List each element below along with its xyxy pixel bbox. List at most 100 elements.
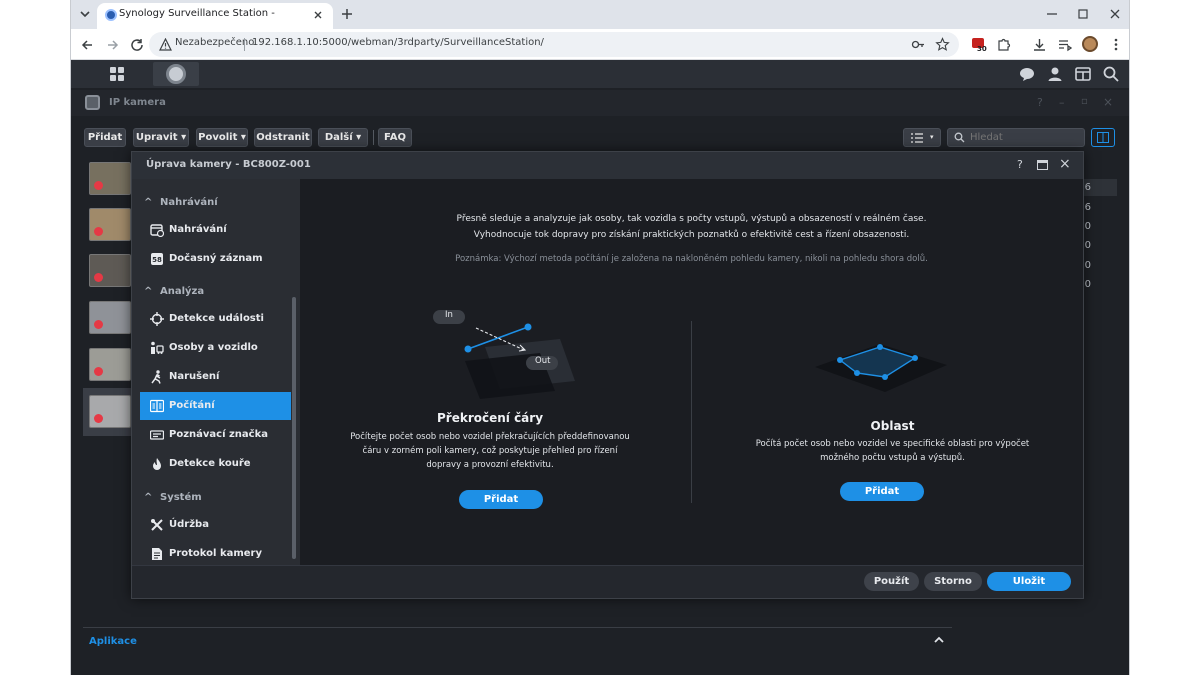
- minimize-window-icon[interactable]: [1045, 7, 1059, 21]
- intro-text-line2: Vyhodnocuje tok dopravy pro získání prak…: [473, 230, 910, 240]
- add-camera-button[interactable]: Přidat: [84, 128, 126, 147]
- window-title: IP kamera: [109, 97, 166, 108]
- tab-list-chevron-icon[interactable]: [77, 6, 93, 22]
- flame-icon: [153, 458, 161, 470]
- chat-icon[interactable]: [1019, 66, 1035, 82]
- bookmark-star-icon[interactable]: [935, 37, 950, 52]
- line-crossing-illustration: In Out: [430, 309, 580, 399]
- add-line-crossing-button[interactable]: Přidat: [459, 490, 543, 509]
- extension-calendar-icon[interactable]: 30: [971, 36, 987, 54]
- minimize-icon[interactable]: –: [1059, 96, 1065, 109]
- sidebar-item-license-plate[interactable]: Poznávací značka: [140, 421, 291, 449]
- more-button[interactable]: Další ▾: [318, 128, 368, 147]
- area-desc1: Počítá počet osob nebo vozidel ve specif…: [755, 439, 1030, 449]
- sidebar-item-camera-log[interactable]: Protokol kamery: [140, 540, 291, 568]
- remove-button[interactable]: Odstranit: [254, 128, 312, 147]
- dialog-title: Úprava kamery - BC800Z-001: [146, 159, 311, 170]
- area-title: Oblast: [870, 419, 915, 433]
- sidebar-item-people-vehicle[interactable]: Osoby a vozidlo: [140, 334, 291, 362]
- layout-toggle-icon[interactable]: [1091, 128, 1115, 147]
- security-label[interactable]: Nezabezpečeno: [175, 37, 254, 48]
- dialog-close-icon[interactable]: ×: [1059, 156, 1071, 172]
- collapse-chevron-icon[interactable]: [933, 634, 945, 646]
- ip-camera-icon: [85, 95, 100, 110]
- camera-thumbnail[interactable]: [89, 254, 131, 287]
- user-icon[interactable]: [1047, 66, 1063, 82]
- sidebar-scrollbar[interactable]: [292, 297, 296, 559]
- view-mode-button[interactable]: ▾: [903, 128, 941, 147]
- dialog-header: Úprava kamery - BC800Z-001 ? ×: [132, 152, 1083, 179]
- main-menu-icon[interactable]: [109, 66, 125, 82]
- camera-thumbnail[interactable]: [89, 208, 131, 241]
- section-system[interactable]: ^ Systém: [144, 492, 202, 503]
- intro-text-line1: Přesně sleduje a analyzuje jak osoby, ta…: [456, 214, 927, 224]
- note-text: Poznámka: Výchozí metoda počítání je zal…: [455, 254, 928, 264]
- sidebar-item-event-detection[interactable]: Detekce události: [140, 305, 291, 333]
- cancel-button[interactable]: Storno: [924, 572, 982, 591]
- new-tab-icon[interactable]: [339, 6, 355, 22]
- walking-person-icon: [151, 370, 161, 384]
- sidebar-item-maintenance[interactable]: Údržba: [140, 511, 291, 539]
- search-icon[interactable]: [1103, 66, 1119, 82]
- camera-thumbnail[interactable]: [89, 162, 131, 195]
- back-icon[interactable]: [79, 37, 95, 53]
- dialog-maximize-icon[interactable]: [1037, 160, 1048, 170]
- section-recording[interactable]: ^ Nahrávání: [144, 197, 218, 208]
- extensions-puzzle-icon[interactable]: [997, 37, 1012, 52]
- edit-button[interactable]: Upravit ▾: [133, 128, 189, 147]
- password-key-icon[interactable]: [911, 37, 926, 52]
- recording-indicator-icon: [94, 414, 103, 423]
- applications-label[interactable]: Aplikace: [89, 636, 137, 647]
- dialog-help-icon[interactable]: ?: [1017, 158, 1023, 171]
- add-area-button[interactable]: Přidat: [840, 482, 924, 501]
- download-icon[interactable]: [1032, 37, 1047, 52]
- save-button[interactable]: Uložit: [987, 572, 1071, 591]
- sidebar-item-intrusion[interactable]: Narušení: [140, 363, 291, 391]
- profile-avatar[interactable]: [1082, 36, 1098, 52]
- camera-thumbnail[interactable]: [89, 301, 131, 334]
- close-icon[interactable]: ×: [1103, 95, 1113, 109]
- toolbar-divider: [373, 130, 374, 145]
- apply-button[interactable]: Použít: [864, 572, 919, 591]
- close-window-icon[interactable]: [1108, 7, 1122, 21]
- recording-indicator-icon: [94, 320, 103, 329]
- browser-tab[interactable]: Synology Surveillance Station -: [97, 3, 333, 29]
- camera-thumbnail[interactable]: [89, 348, 131, 381]
- tab-close-icon[interactable]: [311, 8, 325, 22]
- bottom-divider: [83, 627, 952, 628]
- person-vehicle-icon: [151, 341, 164, 354]
- tab-title: Synology Surveillance Station -: [119, 8, 275, 19]
- recording-indicator-icon: [94, 227, 103, 236]
- area-illustration: [805, 322, 955, 407]
- browser-menu-icon[interactable]: [1109, 37, 1123, 52]
- warning-icon[interactable]: [159, 38, 172, 51]
- enable-button[interactable]: Povolit ▾: [196, 128, 248, 147]
- forward-icon[interactable]: [105, 37, 121, 53]
- tab-strip: Synology Surveillance Station -: [71, 0, 1129, 29]
- help-icon[interactable]: ?: [1037, 96, 1043, 109]
- tools-icon: [151, 519, 163, 531]
- sidebar-item-smoke-detection[interactable]: Detekce kouře: [140, 450, 291, 478]
- sidebar-item-counting[interactable]: Počítání: [140, 392, 291, 420]
- browser-window: Synology Surveillance Station - Nezabezp…: [70, 0, 1130, 675]
- faq-button[interactable]: FAQ: [378, 128, 412, 147]
- widgets-icon[interactable]: [1075, 66, 1091, 82]
- media-queue-icon[interactable]: [1057, 37, 1072, 52]
- maximize-icon[interactable]: ▫: [1081, 96, 1088, 107]
- search-input[interactable]: [968, 130, 1078, 145]
- label-out: Out: [535, 356, 551, 366]
- url-text[interactable]: 192.168.1.10:5000/webman/3rdparty/Survei…: [252, 37, 544, 48]
- maximize-window-icon[interactable]: [1076, 7, 1090, 21]
- dsm-taskbar: [71, 60, 1129, 88]
- sidebar-item-recording[interactable]: Nahrávání: [140, 216, 291, 244]
- sidebar-item-temp-record[interactable]: 58 Dočasný záznam: [140, 245, 291, 273]
- cards-divider: [691, 321, 692, 503]
- edit-camera-dialog: Úprava kamery - BC800Z-001 ? × ^ Nahráván…: [131, 151, 1084, 599]
- sidebar-item-label: Protokol kamery: [169, 548, 262, 559]
- camera-thumbnail[interactable]: [89, 395, 131, 428]
- search-field[interactable]: [947, 128, 1085, 147]
- section-analysis[interactable]: ^ Analýza: [144, 286, 204, 297]
- surveillance-app-button[interactable]: [153, 62, 199, 86]
- reload-icon[interactable]: [129, 37, 145, 53]
- address-bar[interactable]: Nezabezpečeno 192.168.1.10:5000/webman/3…: [149, 32, 959, 57]
